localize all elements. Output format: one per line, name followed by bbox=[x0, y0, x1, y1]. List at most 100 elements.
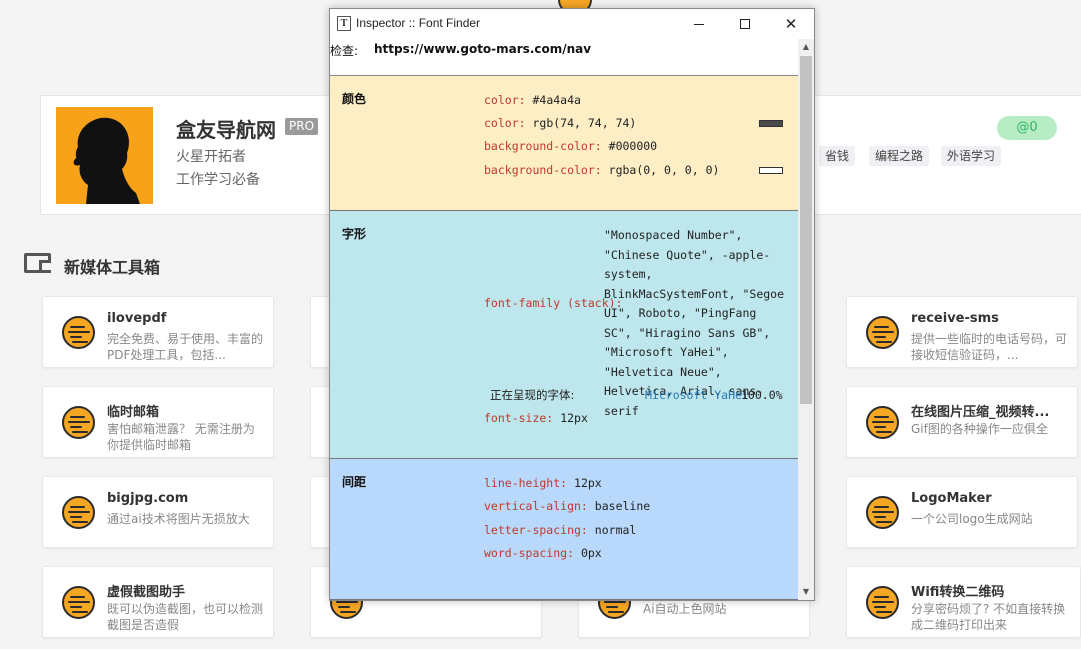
tool-description: 通过ai技术将图片无损放大 bbox=[107, 512, 250, 526]
font-stack-key: font-family (stack): bbox=[484, 296, 623, 310]
tool-title: receive-sms bbox=[911, 311, 999, 326]
property-key: background-color: bbox=[484, 163, 602, 177]
tool-icon bbox=[866, 406, 899, 439]
property-row: background-color: rgba(0, 0, 0, 0) bbox=[484, 163, 719, 177]
property-value: rgba(0, 0, 0, 0) bbox=[608, 163, 720, 177]
scroll-up-arrow-icon[interactable]: ▲ bbox=[798, 39, 814, 55]
tool-title: LogoMaker bbox=[911, 491, 992, 506]
property-row: background-color: #000000 bbox=[484, 139, 657, 153]
tool-description: 既可以伪造截图，也可以检测截图是否造假 bbox=[107, 602, 264, 632]
tool-icon bbox=[62, 496, 95, 529]
tool-description: Gif图的各种操作一应俱全 bbox=[911, 422, 1048, 436]
close-icon: ✕ bbox=[784, 15, 798, 33]
tag-save-money[interactable]: 省钱 bbox=[819, 146, 856, 166]
silhouette-icon bbox=[73, 117, 140, 204]
property-value: 0px bbox=[580, 546, 602, 560]
inspect-url-bar: 检查: https://www.goto-mars.com/nav bbox=[330, 39, 798, 76]
tool-title: 虚假截图助手 bbox=[107, 585, 186, 600]
tool-description: 提供一些临时的电话号码，可接收短信验证码，... bbox=[911, 332, 1068, 362]
tool-icon bbox=[62, 316, 95, 349]
property-value: #000000 bbox=[608, 139, 658, 153]
property-row: vertical-align: baseline bbox=[484, 499, 650, 513]
tool-card[interactable]: receive-sms 提供一些临时的电话号码，可接收短信验证码，... bbox=[846, 296, 1078, 368]
tool-description: 害怕邮箱泄露？ 无需注册为你提供临时邮箱 bbox=[107, 422, 255, 452]
tool-icon bbox=[866, 316, 899, 349]
profile-subtitle: 火星开拓者 bbox=[176, 149, 246, 165]
rendered-font-percent: 100.0% bbox=[741, 388, 783, 402]
property-value: rgb(74, 74, 74) bbox=[532, 116, 637, 130]
tool-title: 临时邮箱 bbox=[107, 405, 160, 420]
inspector-window: T Inspector :: Font Finder ✕ 检查: https:/… bbox=[329, 8, 815, 601]
tool-card[interactable]: Wifi转换二维码 分享密码烦了? 不如直接转换成二维码打印出来 bbox=[846, 566, 1081, 638]
tag-language[interactable]: 外语学习 bbox=[941, 146, 1002, 166]
maximize-icon bbox=[740, 19, 750, 29]
scroll-down-arrow-icon[interactable]: ▼ bbox=[798, 584, 814, 600]
tool-card[interactable]: bigjpg.com 通过ai技术将图片无损放大 bbox=[42, 476, 274, 548]
tool-description: 完全免费、易于使用、丰富的PDF处理工具，包括... bbox=[107, 332, 264, 362]
property-value: baseline bbox=[594, 499, 651, 513]
property-row: line-height: 12px bbox=[484, 476, 602, 490]
section-title: 新媒体工具箱 bbox=[64, 258, 161, 277]
maximize-button[interactable] bbox=[722, 9, 768, 39]
tool-description: 一个公司logo生成网站 bbox=[911, 512, 1033, 526]
tool-card[interactable]: 临时邮箱 害怕邮箱泄露？ 无需注册为你提供临时邮箱 bbox=[42, 386, 274, 458]
wallet-icon bbox=[24, 253, 51, 273]
color-swatch bbox=[759, 120, 783, 127]
minimize-button[interactable] bbox=[676, 9, 722, 39]
tool-title: ilovepdf bbox=[107, 311, 167, 326]
vertical-scrollbar[interactable]: ▲ ▼ bbox=[798, 39, 814, 600]
title-bar[interactable]: T Inspector :: Font Finder ✕ bbox=[330, 9, 814, 39]
rendered-font-name: Microsoft YaHei bbox=[645, 388, 749, 402]
tool-title: 在线图片压缩_视频转... bbox=[911, 405, 1050, 420]
property-key: background-color: bbox=[484, 139, 602, 153]
property-row: color: #4a4a4a bbox=[484, 93, 581, 107]
tool-icon bbox=[62, 586, 95, 619]
tool-description: 分享密码烦了? 不如直接转换成二维码打印出来 bbox=[911, 602, 1066, 632]
tool-card[interactable]: ilovepdf 完全免费、易于使用、丰富的PDF处理工具，包括... bbox=[42, 296, 274, 368]
like-button[interactable]: @0 bbox=[997, 116, 1057, 140]
spacing-panel: 间距 line-height: 12px vertical-align: bas… bbox=[330, 459, 798, 600]
tool-card[interactable]: 在线图片压缩_视频转... Gif图的各种操作一应俱全 bbox=[846, 386, 1078, 458]
tool-description: Ai自动上色网站 bbox=[643, 602, 727, 616]
property-key: line-height: bbox=[484, 476, 568, 490]
color-panel-label: 颜色 bbox=[342, 92, 367, 106]
font-panel: 字形 font-family (stack): "Monospaced Numb… bbox=[330, 211, 798, 459]
inspector-content: 检查: https://www.goto-mars.com/nav 颜色 col… bbox=[330, 39, 798, 600]
minimize-icon bbox=[694, 24, 704, 25]
font-panel-label: 字形 bbox=[342, 227, 367, 241]
tool-icon bbox=[866, 496, 899, 529]
close-button[interactable]: ✕ bbox=[768, 9, 814, 39]
property-row: font-size: 12px bbox=[484, 411, 588, 425]
profile-description: 工作学习必备 bbox=[176, 172, 260, 188]
tool-icon bbox=[62, 406, 95, 439]
property-row: color: rgb(74, 74, 74) bbox=[484, 116, 636, 130]
property-value: 12px bbox=[574, 476, 602, 490]
property-key: letter-spacing: bbox=[484, 523, 588, 537]
rendered-font-label: 正在呈现的字体: bbox=[490, 388, 575, 402]
inspect-label: 检查: bbox=[330, 44, 359, 58]
app-icon: T bbox=[337, 16, 351, 31]
tool-icon bbox=[866, 586, 899, 619]
property-key: vertical-align: bbox=[484, 499, 588, 513]
property-row: letter-spacing: normal bbox=[484, 523, 636, 537]
tool-title: bigjpg.com bbox=[107, 491, 189, 506]
pro-badge: PRO bbox=[285, 118, 319, 135]
property-key: font-size: bbox=[484, 411, 554, 425]
color-panel: 颜色 color: #4a4a4a color: rgb(74, 74, 74)… bbox=[330, 76, 798, 211]
property-key: word-spacing: bbox=[484, 546, 575, 560]
background-swatch bbox=[759, 167, 783, 174]
spacing-panel-label: 间距 bbox=[342, 475, 367, 489]
tool-card[interactable]: LogoMaker 一个公司logo生成网站 bbox=[846, 476, 1078, 548]
avatar[interactable] bbox=[56, 107, 153, 204]
property-row: word-spacing: 0px bbox=[484, 546, 602, 560]
window-title: Inspector :: Font Finder bbox=[356, 16, 481, 30]
tag-programming[interactable]: 编程之路 bbox=[869, 146, 930, 166]
property-key: color: bbox=[484, 93, 526, 107]
profile-name: 盒友导航网 bbox=[176, 118, 276, 142]
property-key: color: bbox=[484, 116, 526, 130]
property-value: #4a4a4a bbox=[532, 93, 581, 107]
property-value: 12px bbox=[560, 411, 588, 425]
inspect-url[interactable]: https://www.goto-mars.com/nav bbox=[374, 42, 591, 56]
tool-card[interactable]: 虚假截图助手 既可以伪造截图，也可以检测截图是否造假 bbox=[42, 566, 274, 638]
scroll-thumb[interactable] bbox=[800, 56, 812, 404]
